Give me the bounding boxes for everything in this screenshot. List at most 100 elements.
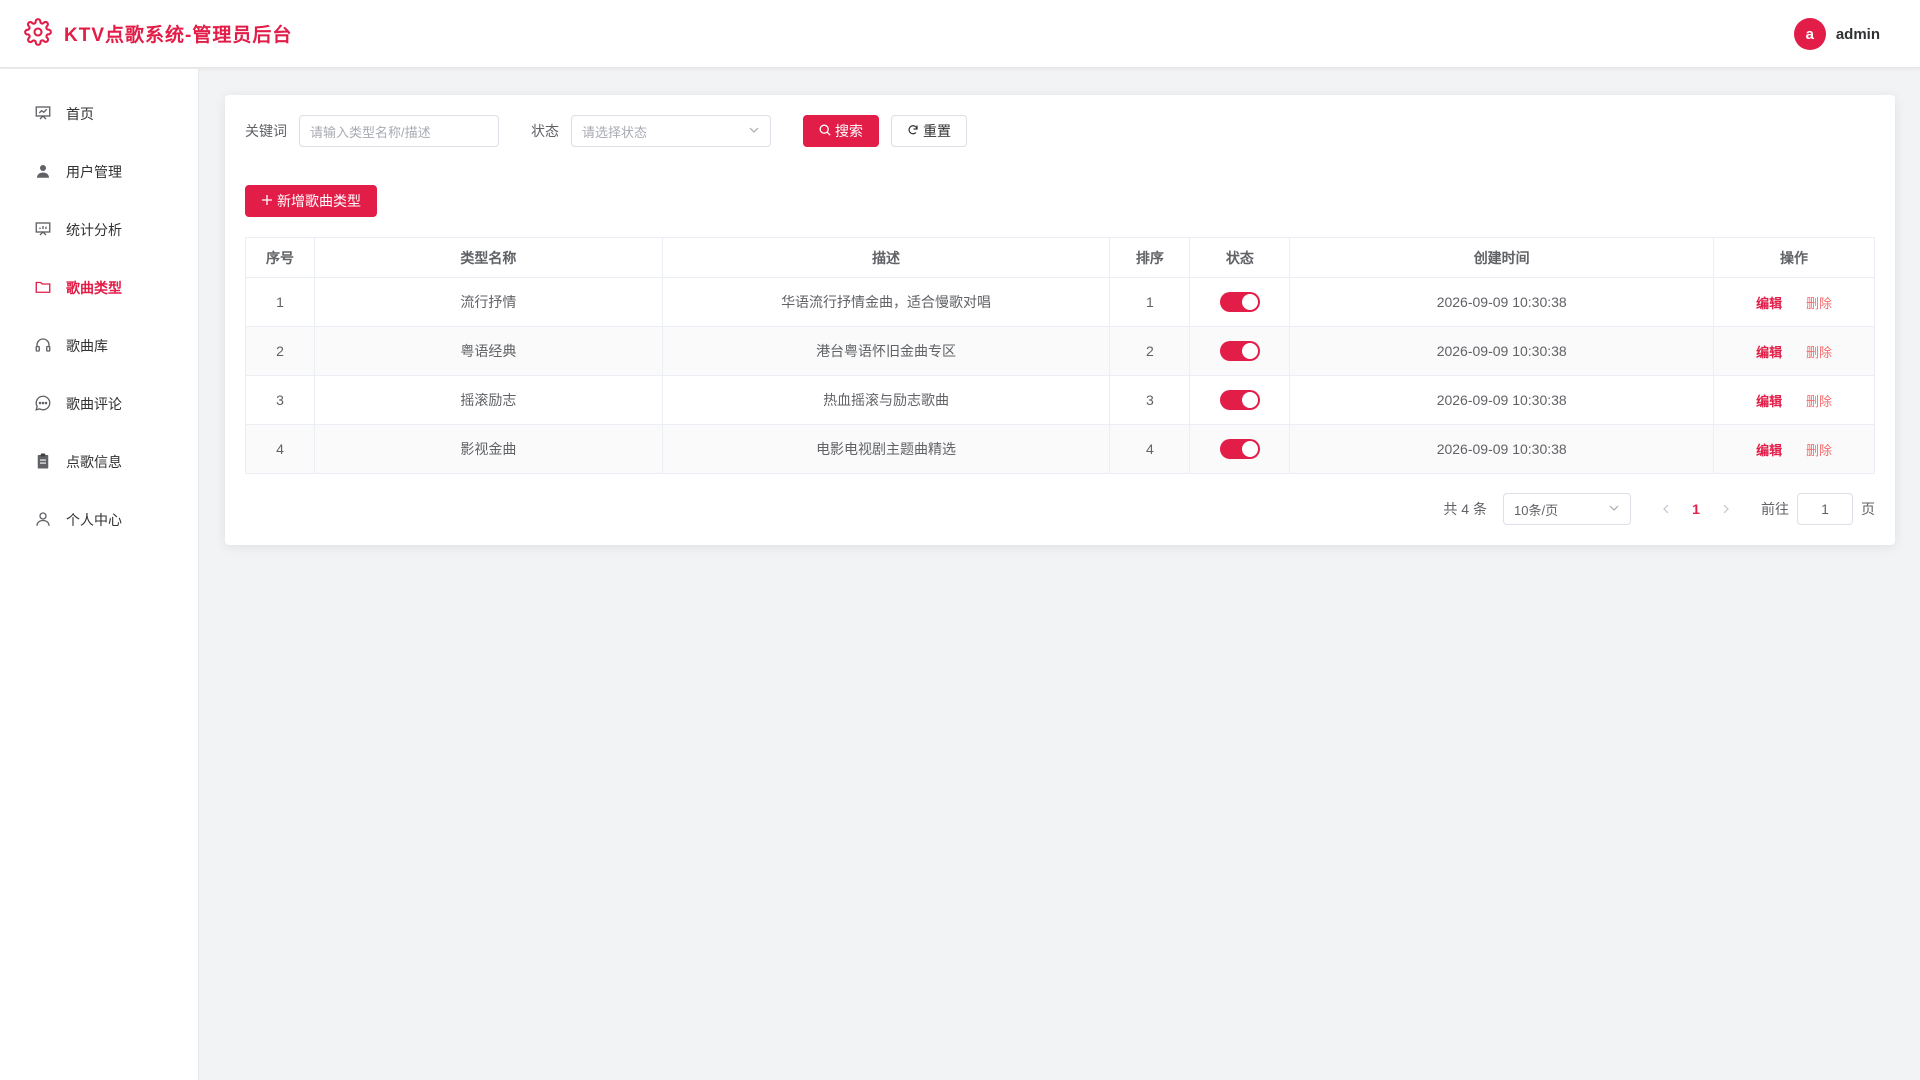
sidebar-item-label: 歌曲库: [66, 338, 108, 354]
cell-index: 4: [245, 424, 315, 474]
cell-name: 流行抒情: [314, 277, 663, 327]
goto-label: 前往: [1761, 501, 1789, 517]
folder-icon: [34, 278, 52, 299]
status-label: 状态: [531, 123, 559, 139]
username[interactable]: admin: [1836, 26, 1880, 43]
delete-button[interactable]: 删除: [1806, 345, 1832, 360]
cell-name: 粤语经典: [314, 326, 663, 376]
gear-icon: [24, 18, 52, 49]
cell-created: 2026-09-09 10:30:38: [1289, 326, 1715, 376]
keyword-placeholder: 请输入类型名称/描述: [310, 124, 431, 140]
person-icon: [34, 510, 52, 531]
sidebar-item-stats[interactable]: 统计分析: [0, 201, 198, 259]
cell-sort: 4: [1109, 424, 1191, 474]
cell-desc: 港台粤语怀旧金曲专区: [662, 326, 1111, 376]
col-header-name: 类型名称: [314, 237, 663, 278]
col-header-created: 创建时间: [1289, 237, 1715, 278]
table-row: 4 影视金曲 电影电视剧主题曲精选 4 2026-09-09 10:30:38 …: [245, 424, 1875, 474]
add-song-type-button[interactable]: 新增歌曲类型: [245, 185, 377, 217]
table-row: 3 摇滚励志 热血摇滚与励志歌曲 3 2026-09-09 10:30:38 编…: [245, 375, 1875, 425]
sidebar: 首页 用户管理 统计分析 歌曲类型 歌曲库 歌曲评论 点歌信息 个人中心: [0, 69, 199, 1080]
delete-button[interactable]: 删除: [1806, 443, 1832, 458]
main-card: 关键词 请输入类型名称/描述 状态 请选择状态 搜索 重置 新增歌曲类型 序号 …: [225, 95, 1895, 545]
edit-button[interactable]: 编辑: [1756, 296, 1782, 311]
cell-created: 2026-09-09 10:30:38: [1289, 375, 1715, 425]
sidebar-item-song-library[interactable]: 歌曲库: [0, 317, 198, 375]
cell-status: [1189, 326, 1291, 376]
table-row: 2 粤语经典 港台粤语怀旧金曲专区 2 2026-09-09 10:30:38 …: [245, 326, 1875, 376]
next-page-button[interactable]: [1711, 501, 1741, 517]
status-placeholder: 请选择状态: [582, 124, 648, 140]
sidebar-item-label: 用户管理: [66, 164, 122, 180]
keyword-label: 关键词: [245, 123, 287, 139]
headset-icon: [34, 336, 52, 357]
cell-name: 摇滚励志: [314, 375, 663, 425]
edit-button[interactable]: 编辑: [1756, 345, 1782, 360]
cell-sort: 2: [1109, 326, 1191, 376]
logo: KTV点歌系统-管理员后台: [24, 18, 292, 49]
add-button-label: 新增歌曲类型: [277, 193, 361, 209]
table-header-row: 序号 类型名称 描述 排序 状态 创建时间 操作: [245, 237, 1875, 278]
reset-button[interactable]: 重置: [891, 115, 967, 147]
col-header-actions: 操作: [1713, 237, 1875, 278]
cell-index: 1: [245, 277, 315, 327]
search-button-label: 搜索: [835, 123, 863, 139]
page-size-select[interactable]: 10条/页: [1503, 493, 1631, 525]
cell-status: [1189, 424, 1291, 474]
sidebar-item-home[interactable]: 首页: [0, 85, 198, 143]
cell-status: [1189, 277, 1291, 327]
status-toggle[interactable]: [1219, 390, 1260, 410]
sidebar-item-label: 统计分析: [66, 222, 122, 238]
goto-page-value: 1: [1821, 501, 1829, 517]
user-icon: [34, 162, 52, 183]
keyword-input[interactable]: 请输入类型名称/描述: [299, 115, 499, 147]
cell-index: 2: [245, 326, 315, 376]
sidebar-item-song-comments[interactable]: 歌曲评论: [0, 375, 198, 433]
delete-button[interactable]: 删除: [1806, 394, 1832, 409]
chevron-down-icon: [748, 124, 760, 139]
delete-button[interactable]: 删除: [1806, 296, 1832, 311]
cell-created: 2026-09-09 10:30:38: [1289, 424, 1715, 474]
chevron-down-icon: [1608, 502, 1620, 517]
cell-desc: 电影电视剧主题曲精选: [662, 424, 1111, 474]
plus-icon: [261, 193, 273, 209]
cell-desc: 华语流行抒情金曲，适合慢歌对唱: [662, 277, 1111, 327]
sidebar-item-song-types[interactable]: 歌曲类型: [0, 259, 198, 317]
page-number[interactable]: 1: [1681, 501, 1711, 517]
status-toggle[interactable]: [1219, 439, 1260, 459]
cell-sort: 1: [1109, 277, 1191, 327]
pagination: 共 4 条 10条/页 1 前往 1 页: [1443, 493, 1875, 525]
search-button[interactable]: 搜索: [803, 115, 879, 147]
table-row: 1 流行抒情 华语流行抒情金曲，适合慢歌对唱 1 2026-09-09 10:3…: [245, 277, 1875, 327]
sidebar-item-label: 点歌信息: [66, 454, 122, 470]
sidebar-item-label: 歌曲评论: [66, 396, 122, 412]
goto-page-input[interactable]: 1: [1797, 493, 1853, 525]
search-bar: 关键词 请输入类型名称/描述 状态 请选择状态 搜索 重置: [245, 115, 967, 147]
page-suffix: 页: [1861, 501, 1875, 517]
chat-icon: [34, 394, 52, 415]
edit-button[interactable]: 编辑: [1756, 394, 1782, 409]
sidebar-item-users[interactable]: 用户管理: [0, 143, 198, 201]
cell-status: [1189, 375, 1291, 425]
edit-button[interactable]: 编辑: [1756, 443, 1782, 458]
sidebar-item-label: 歌曲类型: [66, 280, 122, 296]
status-toggle[interactable]: [1219, 292, 1260, 312]
cell-sort: 3: [1109, 375, 1191, 425]
chart-icon: [34, 220, 52, 241]
cell-desc: 热血摇滚与励志歌曲: [662, 375, 1111, 425]
col-header-sort: 排序: [1109, 237, 1191, 278]
avatar[interactable]: a: [1793, 18, 1826, 50]
app-title: KTV点歌系统-管理员后台: [64, 25, 293, 46]
cell-name: 影视金曲: [314, 424, 663, 474]
prev-page-button[interactable]: [1651, 501, 1681, 517]
status-toggle[interactable]: [1219, 341, 1260, 361]
status-select[interactable]: 请选择状态: [571, 115, 771, 147]
cell-created: 2026-09-09 10:30:38: [1289, 277, 1715, 327]
cell-actions: 编辑 删除: [1713, 326, 1875, 376]
sidebar-item-profile[interactable]: 个人中心: [0, 491, 198, 549]
col-header-desc: 描述: [662, 237, 1111, 278]
sidebar-item-song-requests[interactable]: 点歌信息: [0, 433, 198, 491]
reset-button-label: 重置: [923, 123, 951, 139]
user-menu[interactable]: a admin: [1793, 18, 1880, 50]
col-header-index: 序号: [245, 237, 315, 278]
